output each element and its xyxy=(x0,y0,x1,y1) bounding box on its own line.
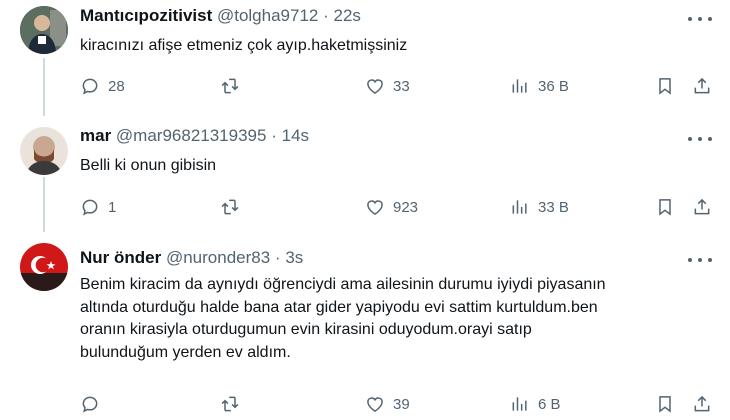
action-bar: 1 923 33 B xyxy=(80,195,720,219)
timestamp[interactable]: 22s xyxy=(334,6,361,25)
separator: · xyxy=(271,126,277,145)
heart-icon xyxy=(365,76,385,96)
retweet-icon xyxy=(220,197,240,217)
like-button[interactable]: 39 xyxy=(365,392,410,416)
author-handle[interactable]: @nuronder83 xyxy=(166,248,270,267)
bookmark-button[interactable] xyxy=(655,74,675,98)
author-name[interactable]: mar xyxy=(80,126,111,145)
share-button[interactable] xyxy=(692,74,712,98)
tweet-header: Nur önder @nuronder83 · 3s xyxy=(80,248,303,268)
avatar[interactable] xyxy=(20,127,68,175)
tweet[interactable]: Mantıcıpozitivist @tolgha9712 · 22s kira… xyxy=(0,0,730,120)
tweet-text-line: bulunduğum yerden ev aldım. xyxy=(80,343,291,361)
more-icon[interactable] xyxy=(688,135,712,143)
retweet-button[interactable] xyxy=(220,74,248,98)
share-icon xyxy=(692,76,712,96)
reply-icon xyxy=(80,197,100,217)
avatar[interactable] xyxy=(20,243,68,291)
views-button[interactable]: 6 B xyxy=(510,392,561,416)
share-icon xyxy=(692,197,712,217)
reply-button[interactable]: 1 xyxy=(80,195,116,219)
reply-button[interactable] xyxy=(80,392,108,416)
tweet-header: Mantıcıpozitivist @tolgha9712 · 22s xyxy=(80,6,361,26)
like-button[interactable]: 923 xyxy=(365,195,418,219)
author-name[interactable]: Mantıcıpozitivist xyxy=(80,6,212,25)
more-icon[interactable] xyxy=(688,256,712,264)
action-bar: 39 6 B xyxy=(80,392,720,416)
timestamp[interactable]: 14s xyxy=(282,126,309,145)
avatar[interactable] xyxy=(20,6,68,54)
reply-button[interactable]: 28 xyxy=(80,74,125,98)
tweet-text: kiracınızı afişe etmeniz çok ayıp.haketm… xyxy=(80,37,408,54)
separator: · xyxy=(274,248,281,267)
like-count: 923 xyxy=(393,198,419,216)
retweet-button[interactable] xyxy=(220,195,248,219)
views-icon xyxy=(510,197,530,217)
author-handle[interactable]: @mar96821319395 xyxy=(116,126,267,145)
bookmark-icon xyxy=(655,394,675,414)
retweet-icon xyxy=(220,394,240,414)
reply-icon xyxy=(80,394,100,414)
action-bar: 28 33 36 B xyxy=(80,74,720,98)
share-button[interactable] xyxy=(692,392,712,416)
bookmark-icon xyxy=(655,76,675,96)
reply-count: 28 xyxy=(108,77,125,95)
more-icon[interactable] xyxy=(688,15,712,23)
tweet-text-line: altında oturduğu halde bana atar gider y… xyxy=(80,298,598,316)
author-name[interactable]: Nur önder xyxy=(80,248,161,267)
tweet-text-line: oranın kirasiyla oturdugumun evin kirasi… xyxy=(80,321,532,338)
like-count: 33 xyxy=(393,77,410,95)
view-count: 36 B xyxy=(538,77,569,95)
views-button[interactable]: 36 B xyxy=(510,74,569,98)
reply-icon xyxy=(80,76,100,96)
retweet-button[interactable] xyxy=(220,392,248,416)
heart-icon xyxy=(365,197,385,217)
bookmark-icon xyxy=(655,197,675,217)
timestamp[interactable]: 3s xyxy=(285,248,303,267)
view-count: 33 B xyxy=(538,198,569,216)
bookmark-button[interactable] xyxy=(655,195,675,219)
tweet-text: Belli ki onun gibisin xyxy=(80,157,217,174)
bookmark-button[interactable] xyxy=(655,392,675,416)
share-icon xyxy=(692,394,712,414)
author-handle[interactable]: @tolgha9712 xyxy=(217,6,318,25)
tweet-text-line: Benim kiracim da aynıydı öğrenciydi ama … xyxy=(80,276,606,293)
tweet[interactable]: Nur önder @nuronder83 · 3s Benim kiracim… xyxy=(0,240,730,420)
heart-icon xyxy=(365,394,385,414)
view-count: 6 B xyxy=(538,395,561,413)
views-icon xyxy=(510,76,530,96)
like-count: 39 xyxy=(393,395,410,413)
tweet-text: Benim kiracim da aynıydı öğrenciydi ama … xyxy=(80,274,710,364)
retweet-icon xyxy=(220,76,240,96)
views-button[interactable]: 33 B xyxy=(510,195,569,219)
separator: · xyxy=(323,6,329,25)
views-icon xyxy=(510,394,530,414)
reply-count: 1 xyxy=(108,198,117,216)
tweet[interactable]: mar @mar96821319395 · 14s Belli ki onun … xyxy=(0,120,730,235)
tweet-header: mar @mar96821319395 · 14s xyxy=(80,126,309,146)
like-button[interactable]: 33 xyxy=(365,74,410,98)
share-button[interactable] xyxy=(692,195,712,219)
